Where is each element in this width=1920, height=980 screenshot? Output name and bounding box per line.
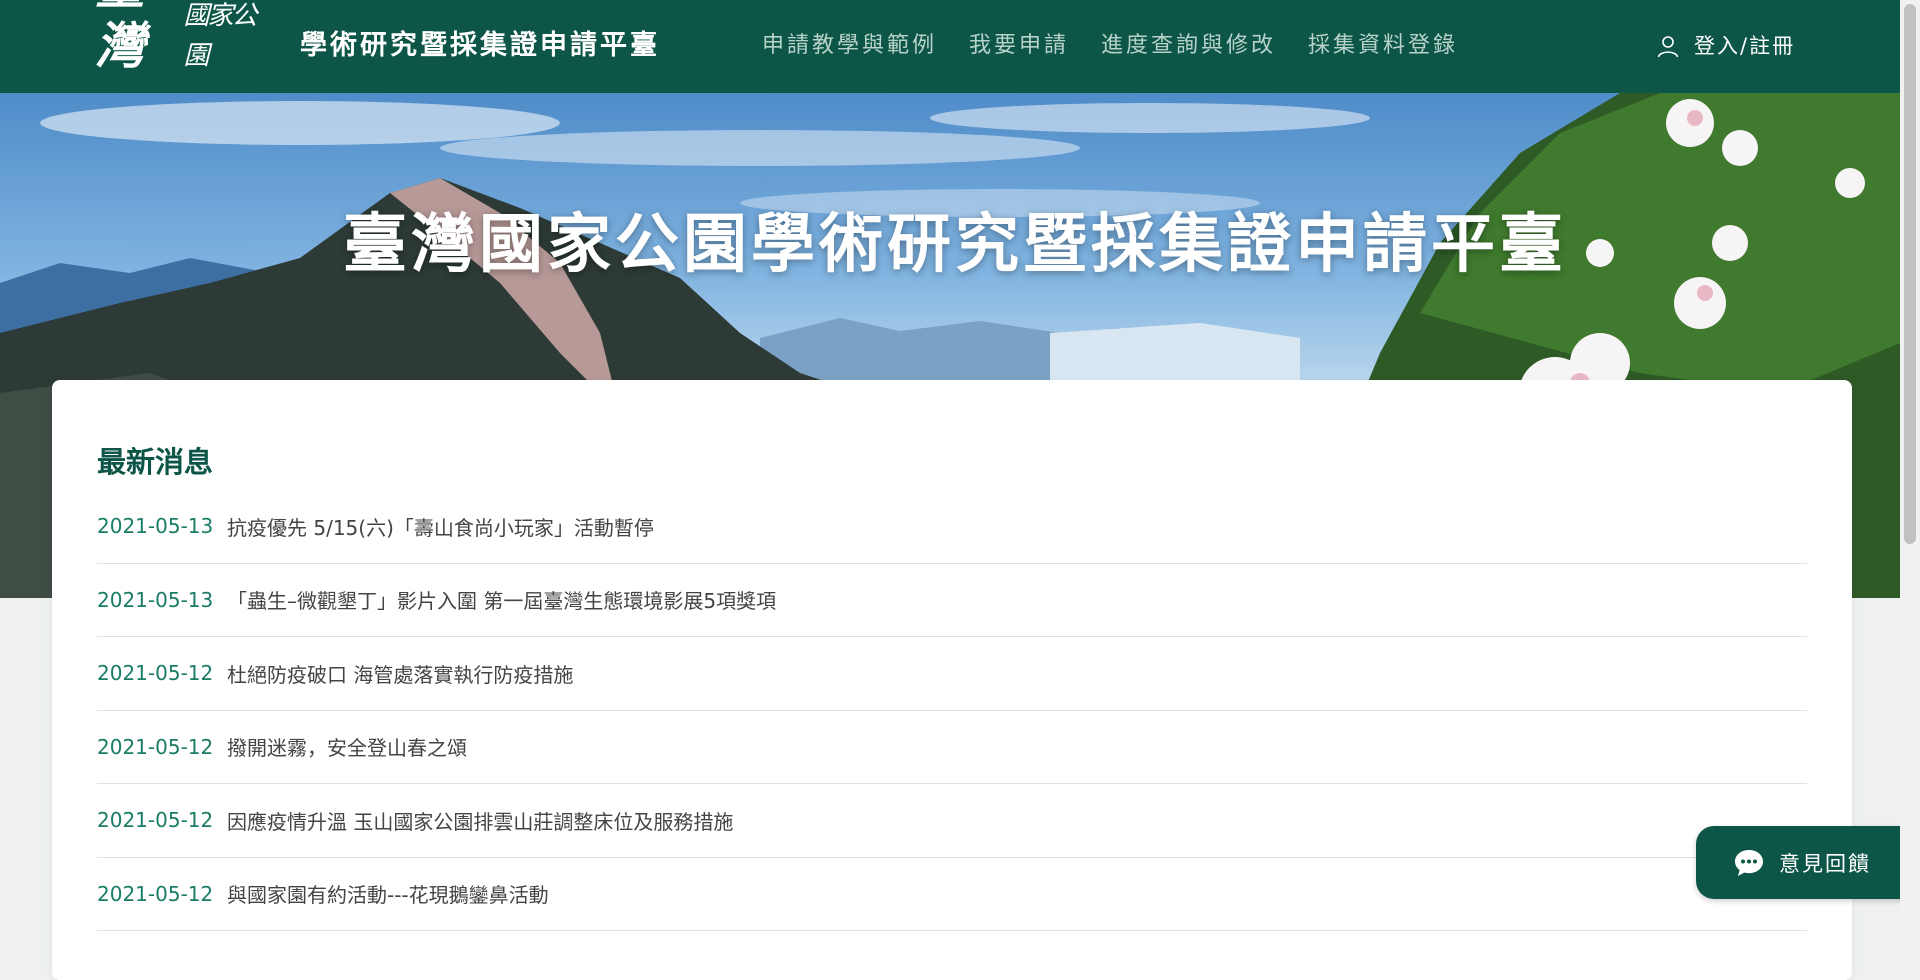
nav-item-application-tutorial[interactable]: 申請教學與範例 [762,26,937,66]
nav-item-apply[interactable]: 我要申請 [969,26,1069,66]
logo-text-big: 臺灣 [95,0,145,75]
news-item[interactable]: 2021-05-12 與國家園有約活動---花現鵝鑾鼻活動 [97,858,1807,931]
nav-item-collection-data[interactable]: 採集資料登錄 [1308,26,1458,66]
news-title-link[interactable]: 「蟲生–微觀墾丁」影片入圍 第一屆臺灣生態環境影展5項獎項 [227,585,776,614]
news-title-link[interactable]: 因應疫情升溫 玉山國家公園排雲山莊調整床位及服務措施 [227,806,733,835]
news-item[interactable]: 2021-05-12 因應疫情升溫 玉山國家公園排雲山莊調整床位及服務措施 [97,784,1807,858]
scrollbar-thumb[interactable] [1904,4,1916,544]
top-navigation-bar: 臺灣 國家公園 學術研究暨採集證申請平臺 申請教學與範例 我要申請 進度查詢與修… [0,0,1900,93]
news-date: 2021-05-12 [97,808,214,833]
site-title[interactable]: 學術研究暨採集證申請平臺 [300,26,660,66]
user-icon [1657,36,1679,58]
logo-text-small: 國家公園 [183,1,258,71]
news-item[interactable]: 2021-05-12 杜絕防疫破口 海管處落實執行防疫措施 [97,637,1807,711]
news-date: 2021-05-13 [97,587,214,612]
news-date: 2021-05-13 [97,514,214,539]
news-item[interactable]: 2021-05-12 撥開迷霧，安全登山春之頌 [97,711,1807,784]
login-register-link[interactable]: 登入/註冊 [1656,26,1795,66]
feedback-button[interactable]: 意見回饋 [1696,826,1906,899]
latest-news-heading: 最新消息 [97,445,214,480]
login-label: 登入/註冊 [1694,34,1796,58]
news-date: 2021-05-12 [97,661,214,686]
news-title-link[interactable]: 杜絕防疫破口 海管處落實執行防疫措施 [227,659,573,688]
news-title-link[interactable]: 撥開迷霧，安全登山春之頌 [227,732,467,761]
news-item[interactable]: 2021-05-13 「蟲生–微觀墾丁」影片入圍 第一屆臺灣生態環境影展5項獎項 [97,564,1807,637]
news-title-link[interactable]: 抗疫優先 5/15(六)「壽山食尚小玩家」活動暫停 [227,512,654,541]
news-date: 2021-05-12 [97,734,214,759]
news-item[interactable]: 2021-05-13 抗疫優先 5/15(六)「壽山食尚小玩家」活動暫停 [97,490,1807,564]
main-nav: 申請教學與範例 我要申請 進度查詢與修改 採集資料登錄 [762,26,1458,66]
news-title-link[interactable]: 與國家園有約活動---花現鵝鑾鼻活動 [227,879,549,908]
vertical-scrollbar[interactable] [1900,0,1920,934]
news-list: 2021-05-13 抗疫優先 5/15(六)「壽山食尚小玩家」活動暫停 202… [97,490,1807,931]
nav-item-progress-query[interactable]: 進度查詢與修改 [1101,26,1276,66]
news-date: 2021-05-12 [97,881,214,906]
hero-title: 臺灣國家公園學術研究暨採集證申請平臺 [343,208,1567,282]
feedback-label: 意見回饋 [1779,851,1871,876]
chat-bubble-icon [1735,849,1763,876]
latest-news-panel: 最新消息 2021-05-13 抗疫優先 5/15(六)「壽山食尚小玩家」活動暫… [52,380,1852,980]
taiwan-national-park-logo[interactable]: 臺灣 國家公園 [95,0,270,76]
